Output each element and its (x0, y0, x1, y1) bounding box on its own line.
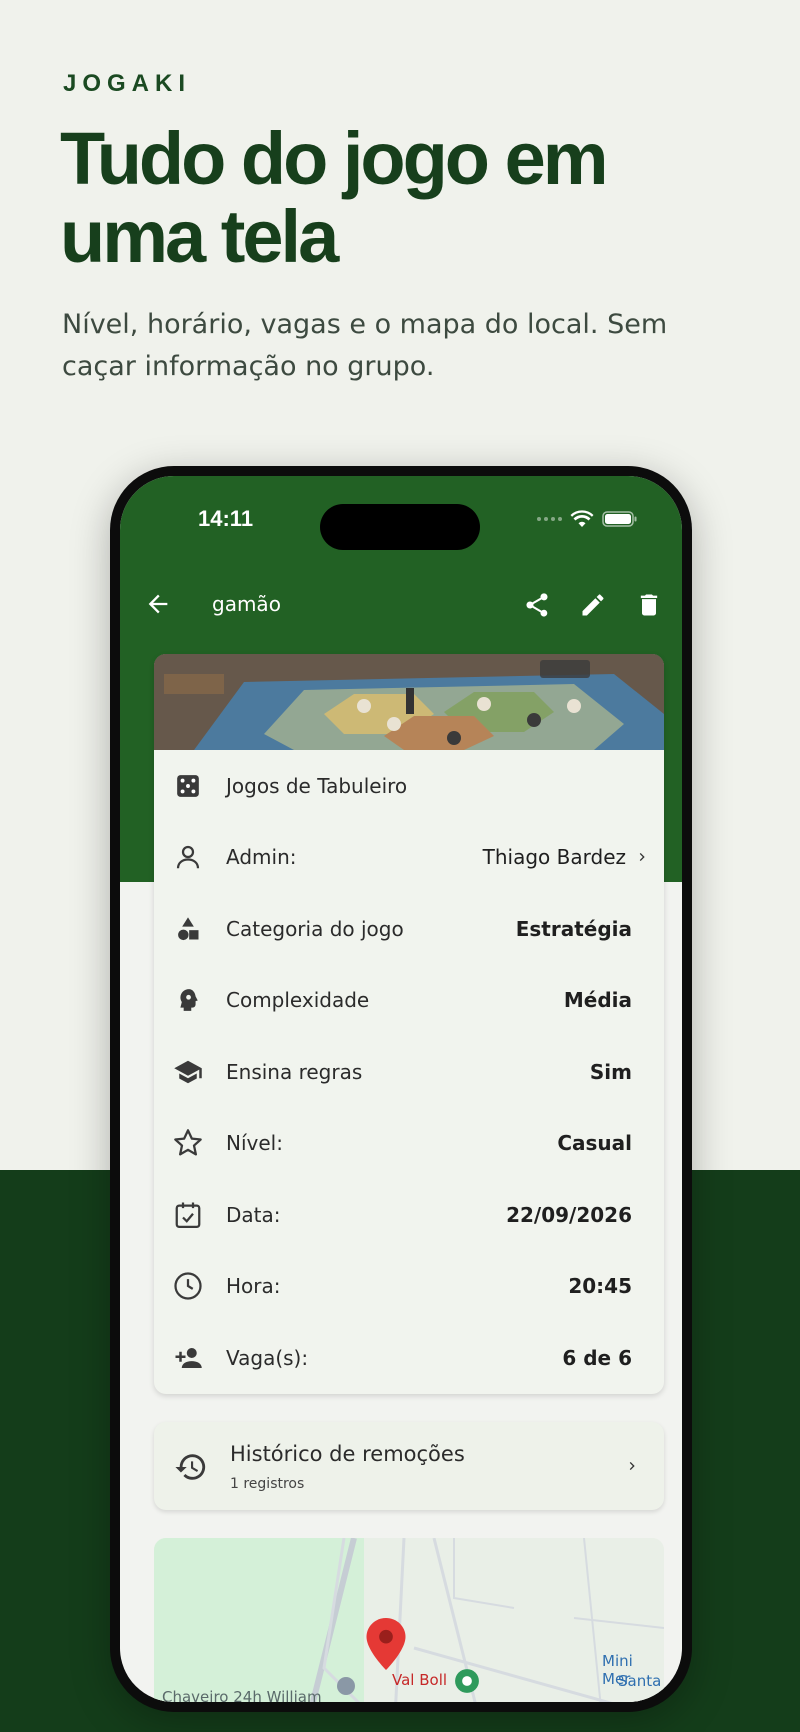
person-add-icon (172, 1342, 204, 1374)
cover-image (154, 654, 664, 750)
signal-icon (537, 517, 562, 521)
board-game-photo (154, 654, 664, 750)
appbar-actions (520, 588, 666, 622)
row-label: Complexidade (226, 988, 370, 1013)
row-value: Estratégia (515, 916, 632, 941)
status-icons (537, 510, 638, 528)
row-label: Ensina regras (226, 1059, 363, 1084)
history-title: Histórico de remoções (230, 1442, 465, 1466)
row-value: 6 de 6 (562, 1345, 632, 1370)
share-icon (526, 593, 548, 617)
row-slots: Vaga(s): 6 de 6 (154, 1322, 664, 1394)
phone-frame: 14:11 gamão Jogos de Tabuleiro Admin: Th… (110, 466, 692, 1712)
row-time: Hora: 20:45 (154, 1251, 664, 1323)
calendar-check-icon (172, 1199, 204, 1231)
back-arrow-icon[interactable] (144, 590, 172, 618)
row-label: Admin: (226, 845, 297, 870)
location-map[interactable]: Val Boll Chaveiro 24h William Mini Mer S… (154, 1538, 664, 1702)
trash-icon (640, 594, 658, 616)
removal-history-card[interactable]: Histórico de remoções 1 registros (154, 1422, 664, 1510)
admin-name[interactable]: Thiago Bardez (483, 845, 626, 869)
delete-button[interactable] (632, 588, 666, 622)
row-label: Categoria do jogo (226, 916, 404, 941)
chevron-right-icon (629, 1462, 635, 1470)
row-teaches-rules: Ensina regras Sim (154, 1036, 664, 1108)
graduation-cap-icon (172, 1056, 204, 1088)
row-category: Categoria do jogo Estratégia (154, 893, 664, 965)
share-button[interactable] (520, 588, 554, 622)
battery-icon (602, 511, 637, 527)
event-details-card: Jogos de Tabuleiro Admin: Thiago Bardez … (154, 654, 664, 1394)
history-subtitle: 1 registros (230, 1476, 305, 1492)
row-level: Nível: Casual (154, 1108, 664, 1180)
headline: Tudo do jogo em uma tela (60, 117, 609, 278)
row-game-type: Jogos de Tabuleiro (154, 750, 664, 822)
row-label: Data: (226, 1202, 281, 1227)
dice-icon (172, 770, 204, 802)
edit-button[interactable] (576, 588, 610, 622)
chevron-right-icon (639, 853, 645, 862)
place-marker-icon (455, 1669, 479, 1693)
subtitle: Nível, horário, vagas e o mapa do local.… (62, 309, 668, 382)
phone-screen: 14:11 gamão Jogos de Tabuleiro Admin: Th… (120, 476, 682, 1702)
app-bar: gamão (120, 576, 682, 632)
detail-rows: Jogos de Tabuleiro Admin: Thiago Bardez … (154, 750, 664, 1394)
clock-icon (172, 1270, 204, 1302)
wifi-icon (570, 510, 594, 527)
brain-head-icon (172, 984, 204, 1016)
star-icon (172, 1127, 204, 1159)
row-value: Sim (589, 1059, 632, 1084)
dynamic-island (320, 504, 480, 550)
map-label-chaveiro: Chaveiro 24h William (162, 1688, 322, 1702)
map-label-santa: Santa (618, 1672, 662, 1690)
row-admin[interactable]: Admin: Thiago Bardez (154, 822, 664, 894)
row-value: 22/09/2026 (506, 1202, 632, 1227)
status-time: 14:11 (198, 506, 254, 531)
row-label: Hora: (226, 1274, 281, 1299)
screen-title: gamão (212, 592, 281, 616)
person-icon (172, 841, 204, 873)
pencil-icon (582, 594, 604, 616)
status-bar: 14:11 (120, 476, 682, 556)
row-date: Data: 22/09/2026 (154, 1179, 664, 1251)
history-icon (175, 1454, 206, 1480)
location-pin-icon[interactable] (366, 1618, 406, 1670)
pin-label: Val Boll (392, 1671, 448, 1689)
brand-name: JOGAKI (63, 70, 192, 97)
row-label: Vaga(s): (226, 1345, 309, 1370)
row-complexity: Complexidade Média (154, 965, 664, 1037)
row-value: 20:45 (568, 1274, 632, 1299)
row-label: Jogos de Tabuleiro (226, 773, 408, 798)
row-value: Casual (557, 1131, 632, 1156)
shapes-icon (172, 913, 204, 945)
row-label: Nível: (226, 1131, 283, 1156)
row-value: Média (563, 988, 632, 1013)
